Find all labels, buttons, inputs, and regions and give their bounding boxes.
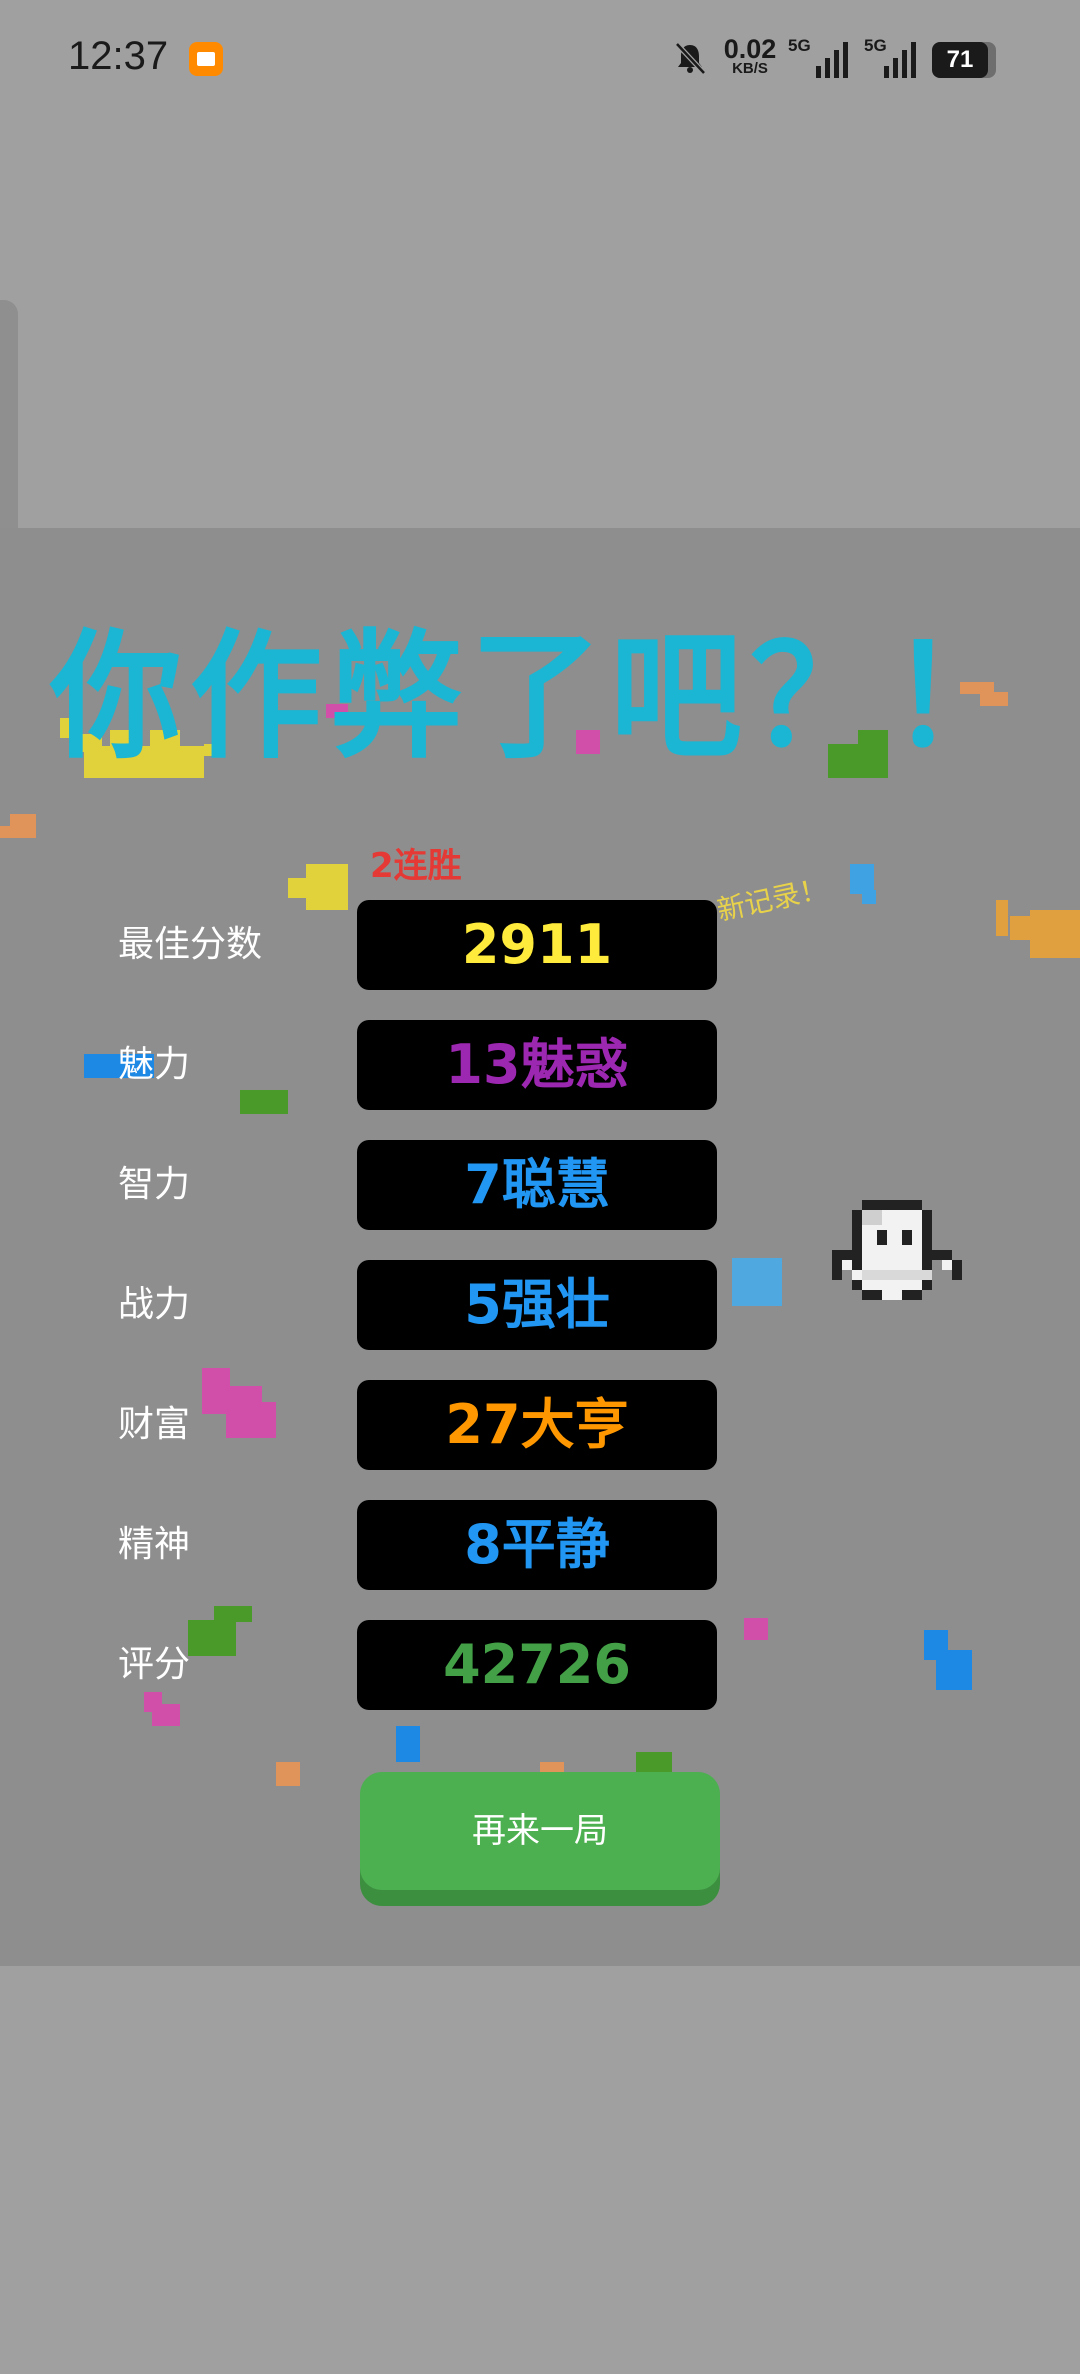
stat-value-wealth: 27大亨 — [357, 1380, 717, 1470]
book-app-notification-icon — [189, 42, 223, 76]
stat-label-charm: 魅力 — [118, 1044, 191, 1085]
stat-value-charm: 13魅惑 — [357, 1020, 717, 1110]
stat-value-strength: 5强壮 — [357, 1260, 717, 1350]
play-again-button[interactable]: 再来一局 — [360, 1772, 720, 1890]
stat-label-best-score: 最佳分数 — [118, 924, 263, 965]
status-bar: 12:37 0.02 KB/S 5G 5G 71 — [0, 0, 1080, 120]
status-time: 12:37 — [68, 34, 169, 78]
stat-label-strength: 战力 — [118, 1284, 191, 1325]
win-streak: 2连胜 — [370, 846, 462, 886]
stat-value-intelligence: 7聪慧 — [357, 1140, 717, 1230]
stat-label-rating: 评分 — [118, 1644, 191, 1685]
signal-sim1-icon: 5G — [788, 36, 848, 80]
network-speed: 0.02 KB/S — [723, 34, 777, 77]
bell-mute-icon — [675, 42, 706, 75]
stat-label-intelligence: 智力 — [118, 1164, 191, 1205]
battery-icon: 71 — [932, 42, 996, 78]
stat-label-wealth: 财富 — [118, 1404, 191, 1445]
pixel-character — [832, 1200, 962, 1300]
stat-value-best-score: 2911 — [357, 900, 717, 990]
stat-value-rating: 42726 — [357, 1620, 717, 1710]
stat-value-spirit: 8平静 — [357, 1500, 717, 1590]
signal-sim2-icon: 5G — [856, 36, 916, 80]
result-title: 你作弊了吧？！ — [50, 616, 1030, 779]
stat-label-spirit: 精神 — [118, 1524, 191, 1565]
